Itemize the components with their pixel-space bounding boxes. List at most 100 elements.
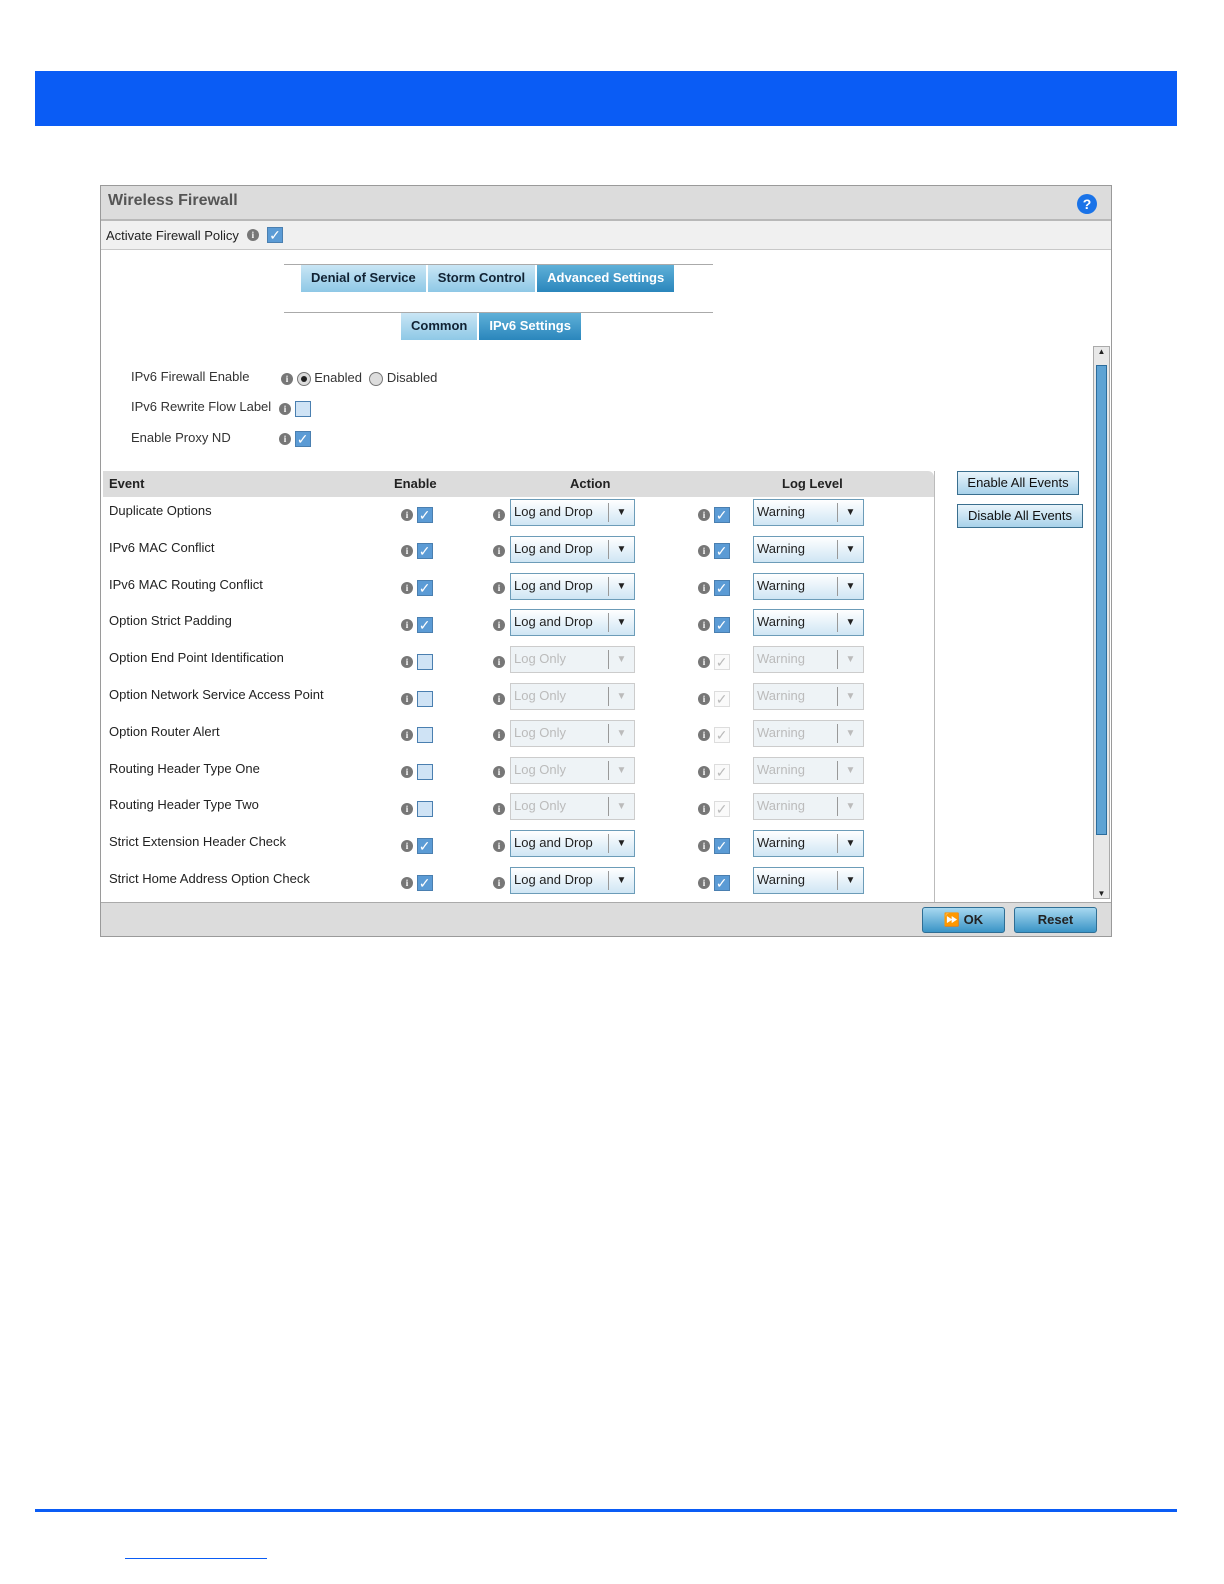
- enable-all-events-button[interactable]: Enable All Events: [957, 471, 1079, 495]
- info-icon[interactable]: i: [698, 692, 710, 705]
- log-checkbox[interactable]: ✓: [713, 616, 730, 633]
- info-icon[interactable]: i: [698, 618, 710, 631]
- disable-all-events-button[interactable]: Disable All Events: [957, 504, 1083, 528]
- action-select[interactable]: Log and Drop ▼: [510, 535, 635, 563]
- info-icon[interactable]: i: [493, 692, 505, 705]
- log-level-select[interactable]: Warning ▼: [753, 499, 864, 526]
- action-select[interactable]: Log Only ▼: [510, 756, 635, 784]
- log-checkbox[interactable]: ✓: [713, 543, 730, 560]
- scrollbar[interactable]: ▲ ▼: [1093, 346, 1110, 899]
- tab-storm-control[interactable]: Storm Control: [427, 265, 536, 292]
- ok-button[interactable]: ⏩ OK: [922, 907, 1005, 933]
- info-icon[interactable]: i: [493, 802, 505, 815]
- info-icon[interactable]: i: [698, 655, 710, 668]
- enable-checkbox[interactable]: [416, 690, 433, 707]
- info-icon[interactable]: i: [401, 876, 413, 889]
- action-select[interactable]: Log Only ▼: [510, 646, 635, 674]
- enable-checkbox[interactable]: ✓: [416, 543, 433, 560]
- log-level-select[interactable]: Warning ▼: [753, 830, 864, 858]
- log-checkbox[interactable]: ✓: [713, 837, 730, 854]
- info-icon[interactable]: i: [493, 729, 505, 742]
- log-level-select[interactable]: Warning ▼: [753, 683, 864, 710]
- action-select[interactable]: Log Only ▼: [510, 793, 635, 821]
- tab-advanced-settings[interactable]: Advanced Settings: [537, 265, 675, 292]
- subtab-ipv6-settings[interactable]: IPv6 Settings: [479, 313, 581, 340]
- log-checkbox[interactable]: ✓: [713, 580, 730, 597]
- log-checkbox[interactable]: ✓: [713, 653, 730, 670]
- info-icon[interactable]: i: [698, 729, 710, 742]
- info-icon[interactable]: i: [246, 229, 259, 241]
- tab-denial-of-service[interactable]: Denial of Service: [301, 265, 426, 292]
- info-icon[interactable]: i: [493, 545, 505, 558]
- enable-checkbox[interactable]: ✓: [416, 616, 433, 633]
- info-icon[interactable]: i: [698, 508, 710, 521]
- info-icon[interactable]: i: [493, 876, 505, 889]
- log-level-select[interactable]: Warning ▼: [753, 793, 864, 821]
- log-level-select[interactable]: Warning ▼: [753, 572, 864, 600]
- info-icon[interactable]: i: [698, 545, 710, 558]
- action-select[interactable]: Log and Drop ▼: [510, 830, 635, 858]
- log-checkbox[interactable]: ✓: [713, 690, 730, 707]
- info-icon[interactable]: i: [401, 545, 413, 558]
- action-select[interactable]: Log and Drop ▼: [510, 499, 635, 526]
- enable-checkbox[interactable]: ✓: [416, 874, 433, 891]
- enable-checkbox[interactable]: [416, 727, 433, 744]
- log-checkbox[interactable]: ✓: [713, 506, 730, 523]
- info-icon[interactable]: i: [493, 508, 505, 521]
- log-level-select[interactable]: Warning ▼: [753, 756, 864, 784]
- info-icon[interactable]: i: [401, 618, 413, 631]
- info-icon[interactable]: i: [698, 802, 710, 815]
- info-icon[interactable]: i: [401, 582, 413, 595]
- action-select[interactable]: Log Only ▼: [510, 719, 635, 747]
- help-icon[interactable]: ?: [1077, 194, 1097, 214]
- info-icon[interactable]: i: [698, 876, 710, 889]
- action-select[interactable]: Log and Drop ▼: [510, 572, 635, 600]
- info-icon[interactable]: i: [493, 839, 505, 852]
- proxy-nd-checkbox[interactable]: ✓: [294, 430, 311, 447]
- log-checkbox[interactable]: ✓: [713, 764, 730, 781]
- info-icon[interactable]: i: [698, 766, 710, 779]
- activate-firewall-checkbox[interactable]: ✓: [266, 227, 283, 243]
- info-icon[interactable]: i: [401, 839, 413, 852]
- log-level-select[interactable]: Warning ▼: [753, 609, 864, 637]
- info-icon[interactable]: i: [401, 802, 413, 815]
- info-icon[interactable]: i: [281, 372, 293, 385]
- log-checkbox[interactable]: ✓: [713, 874, 730, 891]
- scroll-down-icon[interactable]: ▼: [1094, 889, 1109, 898]
- info-icon[interactable]: i: [401, 508, 413, 521]
- info-icon[interactable]: i: [401, 692, 413, 705]
- enable-checkbox[interactable]: ✓: [416, 506, 433, 523]
- enable-checkbox[interactable]: [416, 800, 433, 817]
- enable-checkbox[interactable]: ✓: [416, 580, 433, 597]
- rewrite-flow-checkbox[interactable]: [294, 400, 311, 417]
- enabled-radio[interactable]: [296, 371, 311, 386]
- info-icon[interactable]: i: [401, 729, 413, 742]
- log-level-select[interactable]: Warning ▼: [753, 535, 864, 563]
- action-select[interactable]: Log and Drop ▼: [510, 867, 635, 894]
- scroll-thumb[interactable]: [1096, 365, 1107, 835]
- info-icon[interactable]: i: [279, 402, 291, 415]
- disabled-radio[interactable]: [369, 371, 384, 386]
- info-icon[interactable]: i: [698, 839, 710, 852]
- enable-checkbox[interactable]: [416, 764, 433, 781]
- info-icon[interactable]: i: [401, 766, 413, 779]
- info-icon[interactable]: i: [493, 766, 505, 779]
- log-level-select[interactable]: Warning ▼: [753, 646, 864, 674]
- scroll-up-icon[interactable]: ▲: [1094, 347, 1109, 356]
- log-checkbox[interactable]: ✓: [713, 727, 730, 744]
- action-select[interactable]: Log Only ▼: [510, 683, 635, 710]
- info-icon[interactable]: i: [493, 655, 505, 668]
- enable-checkbox[interactable]: ✓: [416, 837, 433, 854]
- action-select[interactable]: Log and Drop ▼: [510, 609, 635, 637]
- info-icon[interactable]: i: [698, 582, 710, 595]
- log-checkbox[interactable]: ✓: [713, 800, 730, 817]
- info-icon[interactable]: i: [493, 582, 505, 595]
- info-icon[interactable]: i: [279, 432, 291, 445]
- log-level-select[interactable]: Warning ▼: [753, 719, 864, 747]
- subtab-common[interactable]: Common: [401, 313, 478, 340]
- info-icon[interactable]: i: [401, 655, 413, 668]
- info-icon[interactable]: i: [493, 618, 505, 631]
- log-level-select[interactable]: Warning ▼: [753, 867, 864, 894]
- enable-checkbox[interactable]: [416, 653, 433, 670]
- reset-button[interactable]: Reset: [1014, 907, 1097, 933]
